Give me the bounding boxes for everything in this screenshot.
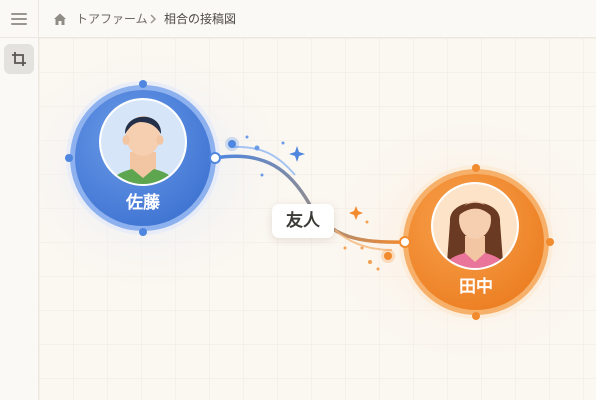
node-label-tanaka: 田中 [459, 277, 493, 297]
chevron-right-icon [150, 14, 157, 24]
breadcrumb-item-current: 相合の接稿図 [164, 12, 237, 26]
relationship-label[interactable]: 友人 [272, 204, 334, 238]
breadcrumb-item-farm[interactable]: トアファーム [76, 11, 148, 27]
menu-icon[interactable] [7, 8, 31, 30]
sidebar [0, 38, 38, 400]
node-label-sato: 佐藤 [126, 193, 160, 213]
crop-tool-button[interactable] [4, 44, 34, 74]
crop-icon [12, 52, 26, 66]
top-bar: トアファーム 相合の接稿図 [0, 0, 596, 38]
home-icon[interactable] [52, 11, 68, 27]
